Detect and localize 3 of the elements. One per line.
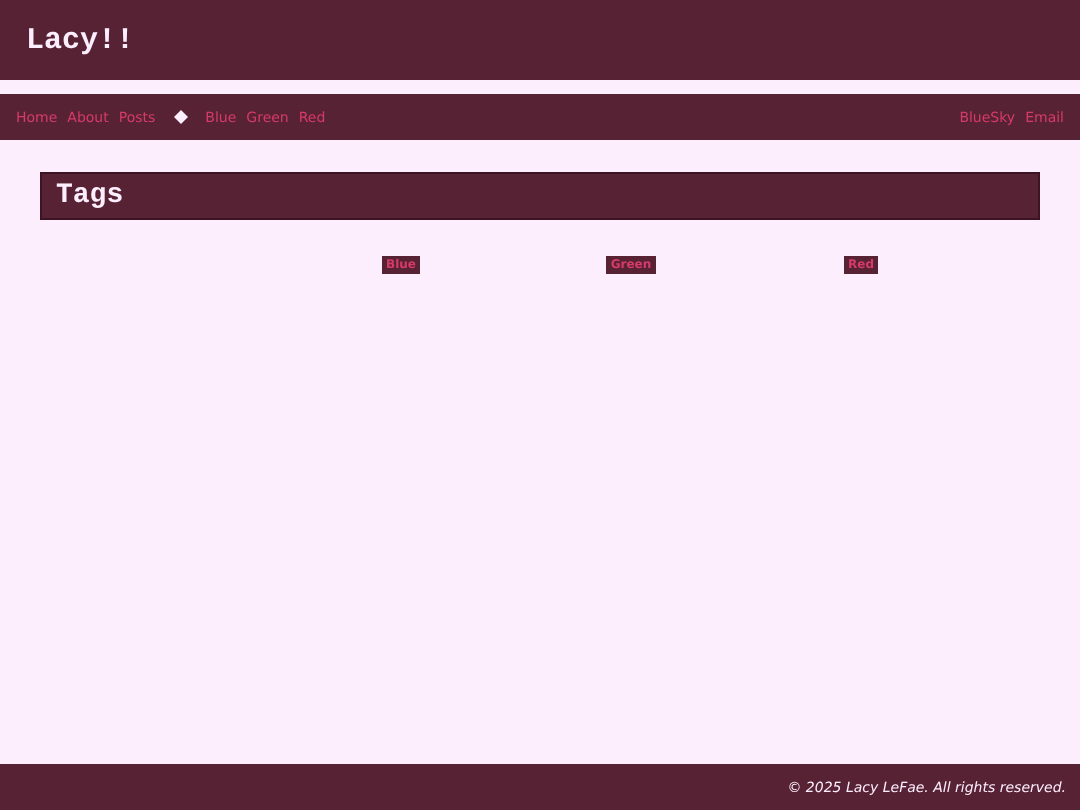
diamond-icon — [173, 110, 188, 124]
site-title: Lacy!! — [26, 23, 135, 57]
page-heading: Tags — [40, 172, 1040, 220]
